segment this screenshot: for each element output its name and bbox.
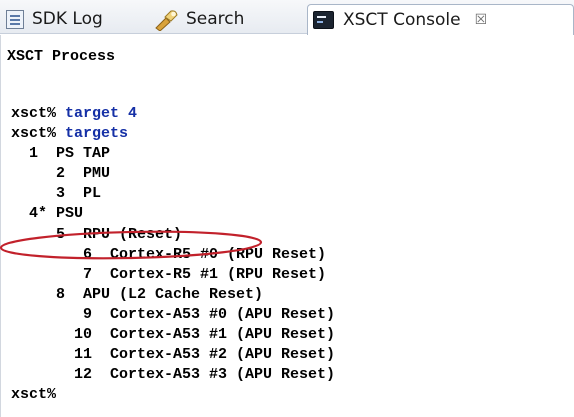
console-line: 8 APU (L2 Cache Reset) <box>11 285 335 305</box>
console-output-text: 12 Cortex-A53 #3 (APU Reset) <box>11 366 336 384</box>
tab-xsct-console-label: XSCT Console <box>343 9 461 30</box>
tab-sdk-log[interactable]: SDK Log <box>3 5 143 34</box>
console-output-text: 7 Cortex-R5 #1 (RPU Reset) <box>11 265 327 283</box>
tab-search-label: Search <box>186 9 245 29</box>
flashlight-search-icon <box>152 9 180 32</box>
console-icon <box>313 11 334 29</box>
console-line: 10 Cortex-A53 #1 (APU Reset) <box>11 325 335 345</box>
console-output-text: 3 PL <box>11 185 102 203</box>
console-line: 2 PMU <box>11 164 335 184</box>
console-command: targets <box>65 125 129 143</box>
console-line: 11 Cortex-A53 #2 (APU Reset) <box>11 345 335 365</box>
tab-xsct-console[interactable]: XSCT Console ☒ <box>307 4 574 35</box>
tab-search[interactable]: Search <box>152 5 302 34</box>
close-tab-icon[interactable]: ☒ <box>475 13 489 27</box>
console-output-text: 4* PSU <box>11 205 84 223</box>
console-command: target 4 <box>65 105 138 122</box>
console-line: 12 Cortex-A53 #3 (APU Reset) <box>11 365 335 385</box>
console-output-text: 2 PMU <box>11 165 111 183</box>
console-line: xsct% targets <box>11 124 335 144</box>
console-line: 9 Cortex-A53 #0 (APU Reset) <box>11 305 335 325</box>
psu-highlight-ellipse <box>0 230 263 260</box>
console-line: 3 PL <box>11 184 335 204</box>
console-output-text: 9 Cortex-A53 #0 (APU Reset) <box>11 305 336 323</box>
console-line: 1 PS TAP <box>11 144 335 164</box>
sdk-log-icon <box>6 10 24 29</box>
console-process-title: XSCT Process <box>7 48 116 65</box>
console-line: xsct% target 4 <box>11 104 335 124</box>
console-output-text: 11 Cortex-A53 #2 (APU Reset) <box>11 346 336 364</box>
console-prompt: xsct% <box>11 105 57 122</box>
console-line: 7 Cortex-R5 #1 (RPU Reset) <box>11 265 335 285</box>
view-tab-bar: SDK Log Search XSCT Console ☒ <box>0 0 574 35</box>
console-line: 4* PSU <box>11 204 335 224</box>
console-output-area[interactable]: XSCT Process xsct% target 4 xsct% targets… <box>0 35 574 417</box>
console-prompt: xsct% <box>11 125 57 143</box>
console-output-text: 10 Cortex-A53 #1 (APU Reset) <box>11 326 336 344</box>
console-output-text: 1 PS TAP <box>11 145 111 163</box>
console-output-text: 8 APU (L2 Cache Reset) <box>11 285 264 303</box>
console-line: xsct% <box>11 385 335 405</box>
tab-sdk-log-label: SDK Log <box>32 9 103 29</box>
console-prompt: xsct% <box>11 386 57 404</box>
